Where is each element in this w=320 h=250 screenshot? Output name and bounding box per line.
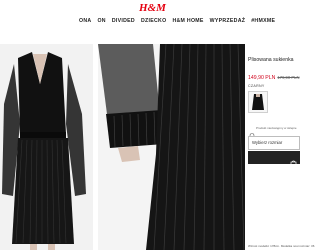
main-nav: ONA ON DIVIDED DZIECKO H&M HOME WYPRZEDA…	[79, 16, 299, 26]
nav-item-dziecko[interactable]: DZIECKO	[141, 16, 166, 26]
nav-item-hm-home[interactable]: H&M HOME	[172, 16, 203, 26]
color-label: CZARNY	[248, 84, 265, 88]
color-swatch-black[interactable]	[248, 91, 268, 113]
nav-item-hmxme[interactable]: #HMXME	[251, 16, 275, 26]
model-info: Wzrost modelki: 178cm. Modelka nosi rozm…	[248, 244, 315, 248]
product-photo-detail[interactable]	[98, 44, 245, 250]
sale-price: 149,90 PLN	[248, 75, 276, 81]
size-select-label: Wybierz rozmiar	[252, 140, 283, 145]
store-availability[interactable]: Produkt niedostępny w sklepie	[248, 125, 300, 140]
product-title: Plisowana sukienka	[248, 57, 294, 63]
nav-item-on[interactable]: ON	[97, 16, 105, 26]
nav-item-divided[interactable]: DIVIDED	[112, 16, 135, 26]
nav-item-ona[interactable]: ONA	[79, 16, 91, 26]
hm-logo[interactable]: H&M	[139, 2, 166, 14]
product-details-panel: Plisowana sukienka 149,90 PLN 179,90 PLN …	[248, 44, 315, 250]
site-header: H&M ONA ON DIVIDED DZIECKO H&M HOME WYPR…	[0, 0, 300, 38]
old-price: 179,90 PLN	[277, 75, 300, 80]
map-pin-icon	[249, 126, 255, 140]
size-select[interactable]: Wybierz rozmiar	[248, 136, 300, 150]
product-photo-front[interactable]	[0, 44, 93, 250]
store-availability-text: Produkt niedostępny w sklepie	[256, 126, 297, 130]
product-gallery	[0, 44, 245, 250]
add-to-cart-button[interactable]	[248, 151, 300, 167]
price-row: 149,90 PLN 179,90 PLN	[248, 66, 300, 81]
shopping-bag-icon	[290, 154, 297, 167]
nav-item-wyprzedaz[interactable]: WYPRZEDAŻ	[210, 16, 246, 26]
